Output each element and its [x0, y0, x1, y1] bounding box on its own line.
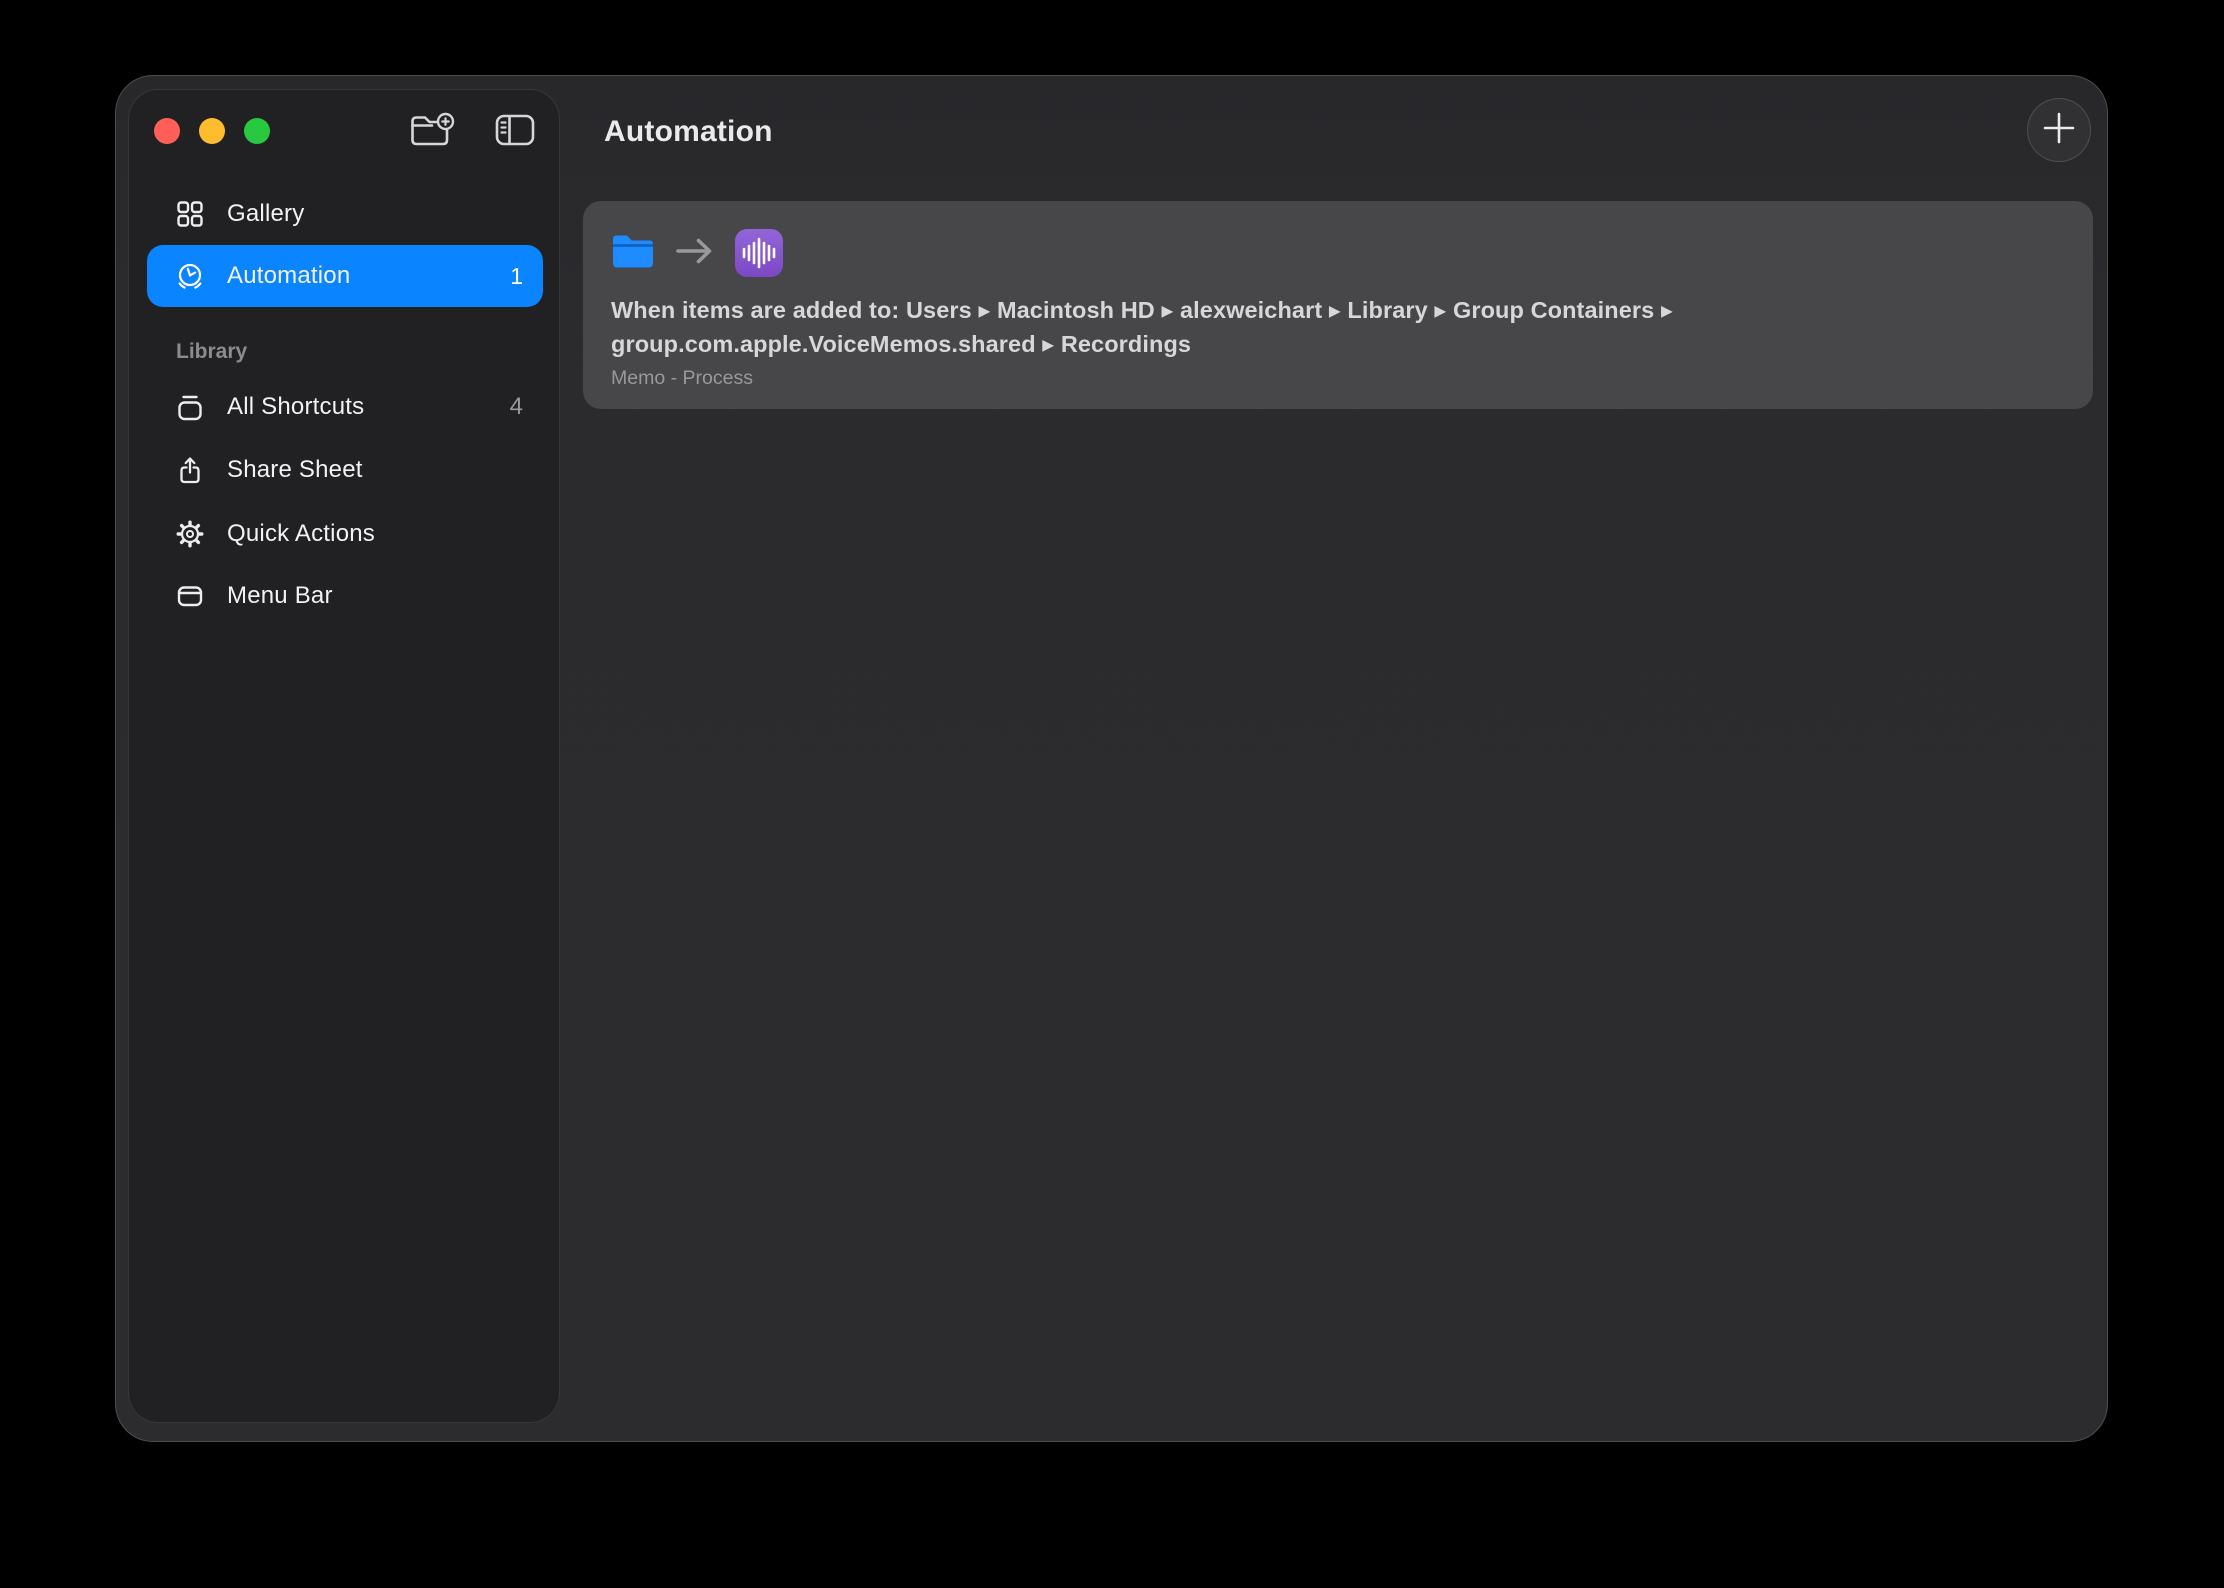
grid-2x2-icon [176, 200, 204, 228]
menu-bar-icon [176, 582, 204, 610]
library-section-label: Library [176, 340, 247, 364]
sidebar-item-label: All Shortcuts [227, 393, 364, 421]
voice-memos-waveform-icon [735, 229, 783, 277]
automation-count-badge: 1 [510, 263, 523, 290]
automation-card[interactable]: When items are added to: Users ▸ Macinto… [583, 201, 2093, 409]
plus-icon [2041, 110, 2077, 151]
zoom-button[interactable] [244, 118, 270, 144]
sidebar-item-label: Share Sheet [227, 456, 363, 484]
close-button[interactable] [154, 118, 180, 144]
gear-icon [176, 520, 204, 548]
sidebar-item-quick-actions[interactable]: Quick Actions [147, 503, 543, 565]
automation-subtitle: Memo - Process [611, 367, 753, 390]
sidebar-item-share-sheet[interactable]: Share Sheet [147, 439, 543, 501]
page-title: Automation [604, 114, 773, 150]
automation-title-line: When items are added to: Users ▸ Macinto… [611, 293, 1673, 327]
automation-card-icons [611, 229, 783, 277]
sidebar-item-label: Automation [227, 262, 350, 290]
sidebar-item-automation[interactable]: Automation 1 [147, 245, 543, 307]
shortcuts-window: Gallery Automation 1 Library [115, 75, 2108, 1442]
toggle-sidebar-icon [495, 114, 535, 151]
sidebar: Gallery Automation 1 Library [128, 89, 560, 1423]
automation-title-line: group.com.apple.VoiceMemos.shared ▸ Reco… [611, 327, 1673, 361]
sidebar-item-menu-bar[interactable]: Menu Bar [147, 565, 543, 627]
sidebar-item-label: Quick Actions [227, 520, 375, 548]
sidebar-item-all-shortcuts[interactable]: All Shortcuts 4 [147, 376, 543, 438]
share-icon [176, 456, 204, 484]
new-folder-button[interactable] [408, 114, 456, 150]
minimize-button[interactable] [199, 118, 225, 144]
sidebar-item-gallery[interactable]: Gallery [147, 183, 543, 245]
sidebar-item-label: Gallery [227, 200, 304, 228]
all-shortcuts-count: 4 [510, 393, 523, 421]
add-automation-button[interactable] [2027, 98, 2091, 162]
sidebar-item-label: Menu Bar [227, 582, 333, 610]
automation-clock-icon [176, 262, 204, 290]
arrow-right-icon [675, 236, 715, 271]
toggle-sidebar-button[interactable] [491, 114, 539, 150]
automation-title: When items are added to: Users ▸ Macinto… [611, 293, 1673, 361]
new-folder-icon [409, 112, 455, 153]
folder-icon [611, 232, 655, 275]
shortcuts-stack-icon [176, 393, 204, 421]
traffic-lights [154, 118, 270, 144]
